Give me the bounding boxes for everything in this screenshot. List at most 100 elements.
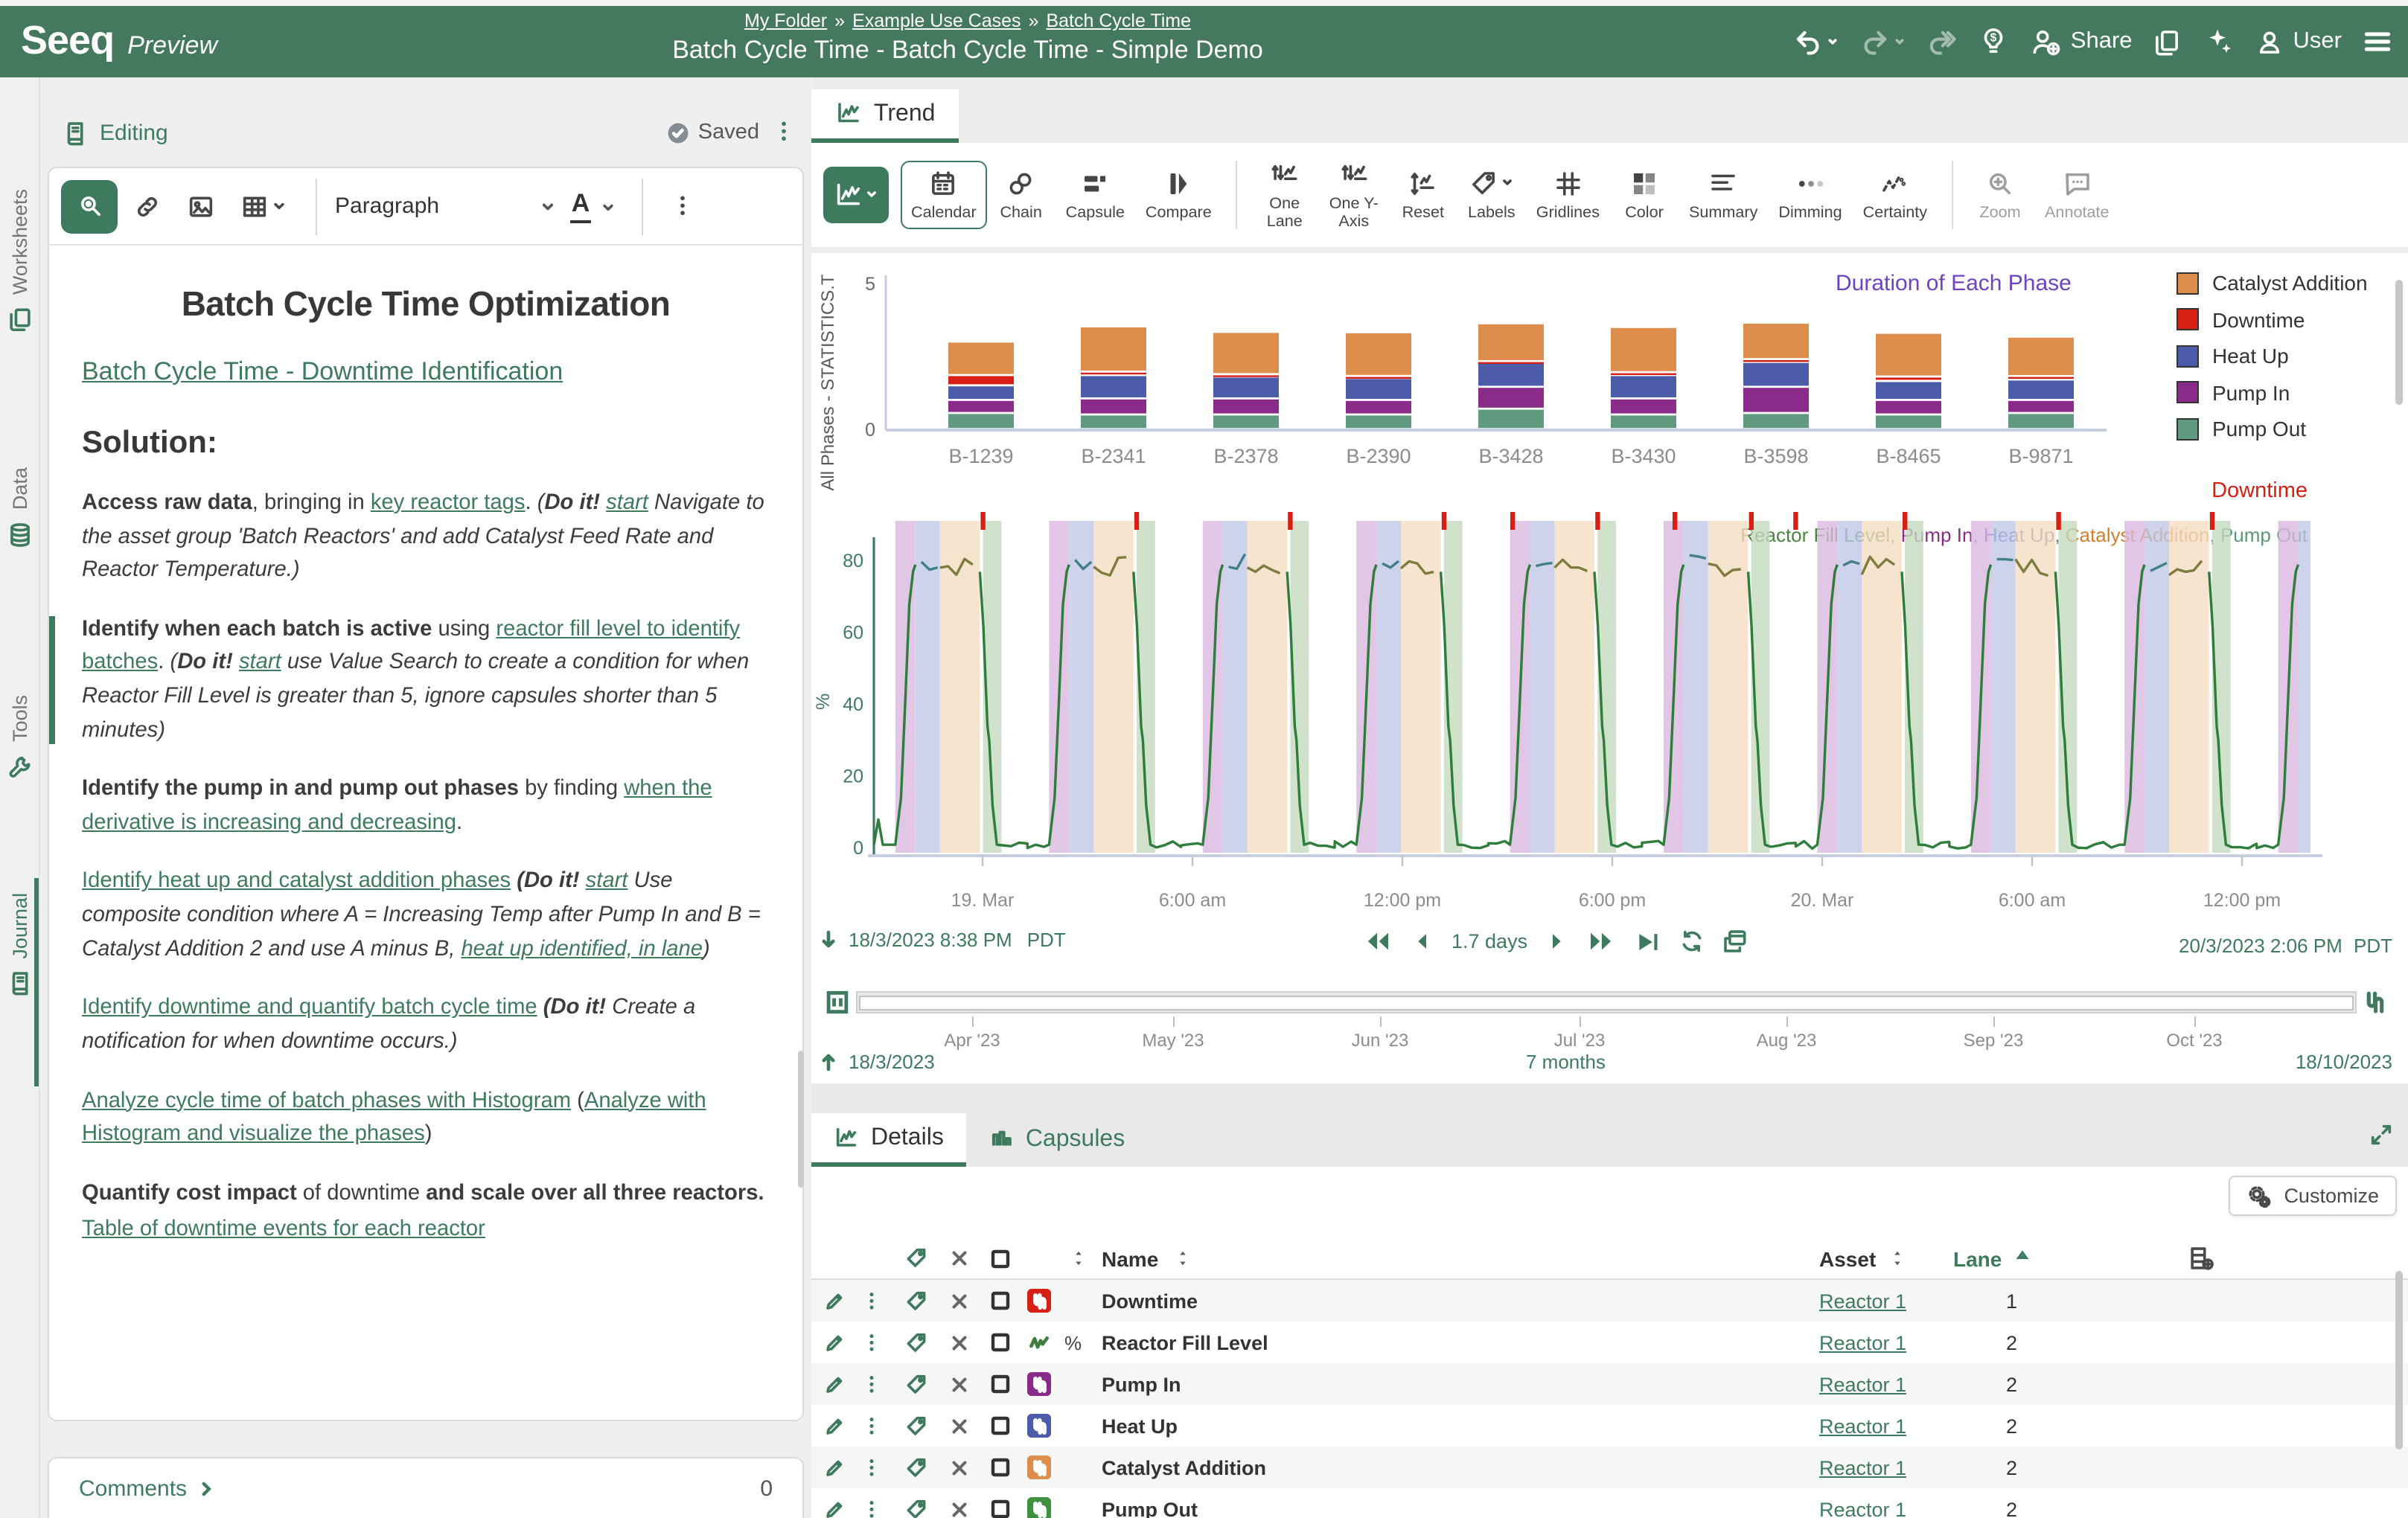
row-menu-icon[interactable] bbox=[860, 1331, 883, 1354]
doc-link[interactable]: start bbox=[239, 651, 281, 675]
color-button[interactable]: Color bbox=[1610, 160, 1679, 230]
legend-item[interactable]: Pump In bbox=[2177, 374, 2368, 411]
row-menu-icon[interactable] bbox=[860, 1415, 883, 1437]
sidebar-item-data[interactable]: Data bbox=[0, 467, 40, 622]
step-forward-more-button[interactable] bbox=[1585, 926, 1617, 957]
remove-icon[interactable] bbox=[948, 1498, 971, 1518]
timeline-left-handle[interactable] bbox=[823, 988, 852, 1016]
tab-details[interactable]: Details bbox=[811, 1113, 966, 1167]
doc-link[interactable]: heat up identified, in lane bbox=[461, 937, 703, 961]
user-menu-button[interactable]: User bbox=[2255, 26, 2342, 57]
journal-menu-button[interactable] bbox=[771, 119, 796, 146]
font-color-button[interactable]: A bbox=[564, 189, 624, 224]
tag-icon[interactable] bbox=[904, 1371, 929, 1397]
investigate-end[interactable]: 18/10/2023 bbox=[2296, 1051, 2392, 1073]
row-checkbox[interactable] bbox=[989, 1330, 1012, 1354]
remove-all-icon[interactable] bbox=[948, 1247, 971, 1269]
editor-more-button[interactable] bbox=[661, 188, 704, 225]
pencil-icon[interactable] bbox=[823, 1330, 847, 1354]
row-menu-icon[interactable] bbox=[860, 1456, 883, 1479]
tag-icon[interactable] bbox=[904, 1413, 929, 1438]
remove-icon[interactable] bbox=[948, 1290, 971, 1312]
breadcrumb-link[interactable]: Batch Cycle Time bbox=[1046, 10, 1191, 31]
ai-assistant-button[interactable] bbox=[2203, 25, 2235, 58]
tab-trend[interactable]: Trend bbox=[811, 89, 959, 143]
sort-icon[interactable] bbox=[1172, 1247, 1194, 1269]
table-row-heat-up[interactable]: Heat Up Reactor 1 2 bbox=[811, 1405, 2408, 1447]
table-row-pump-in[interactable]: Pump In Reactor 1 2 bbox=[811, 1363, 2408, 1405]
add-column-icon[interactable] bbox=[2187, 1244, 2215, 1272]
table-row-reactor-fill-level[interactable]: % Reactor Fill Level Reactor 1 2 bbox=[811, 1322, 2408, 1363]
row-menu-icon[interactable] bbox=[860, 1498, 883, 1518]
breadcrumb-link[interactable]: Example Use Cases bbox=[852, 10, 1021, 31]
step-back-button[interactable] bbox=[1410, 929, 1435, 954]
remove-icon[interactable] bbox=[948, 1456, 971, 1479]
pencil-icon[interactable] bbox=[823, 1372, 847, 1396]
comments-toggle[interactable]: Comments bbox=[79, 1476, 215, 1501]
timeline-track[interactable] bbox=[856, 991, 2357, 1013]
impact-report-button[interactable]: $ bbox=[1977, 25, 2010, 58]
asset-link[interactable]: Reactor 1 bbox=[1819, 1415, 1906, 1437]
journal-document[interactable]: Batch Cycle Time Optimization Batch Cycl… bbox=[49, 246, 802, 1247]
reset-button[interactable]: Reset bbox=[1389, 160, 1457, 230]
table-row-pump-out[interactable]: Pump Out Reactor 1 2 bbox=[811, 1488, 2408, 1518]
reactor-fill-trend-chart[interactable]: 806040200% bbox=[811, 510, 2408, 868]
range-end[interactable]: 20/3/2023 2:06 PM PDT bbox=[2179, 935, 2392, 957]
hamburger-menu-button[interactable] bbox=[2361, 25, 2394, 58]
paragraph-style-select[interactable]: Paragraph bbox=[335, 193, 558, 219]
tag-icon[interactable] bbox=[904, 1455, 929, 1480]
asset-link[interactable]: Reactor 1 bbox=[1819, 1290, 1906, 1312]
expand-details-icon[interactable] bbox=[2369, 1122, 2394, 1149]
tag-icon[interactable] bbox=[904, 1330, 929, 1355]
timeline-signal-icon[interactable] bbox=[2361, 988, 2389, 1016]
tag-icon[interactable] bbox=[904, 1496, 929, 1518]
asset-link[interactable]: Reactor 1 bbox=[1819, 1373, 1906, 1395]
sort-asc-icon[interactable] bbox=[2011, 1247, 2034, 1269]
labels-button[interactable]: Labels bbox=[1457, 160, 1526, 230]
sort-icon[interactable] bbox=[1067, 1247, 1090, 1269]
legend-item[interactable]: Catalyst Addition bbox=[2177, 265, 2368, 301]
row-checkbox[interactable] bbox=[989, 1414, 1012, 1438]
remove-icon[interactable] bbox=[948, 1331, 971, 1354]
sidebar-item-worksheets[interactable]: Worksheets bbox=[0, 189, 40, 380]
row-checkbox[interactable] bbox=[989, 1289, 1012, 1313]
compare-button[interactable]: Compare bbox=[1135, 160, 1222, 230]
legend-item[interactable]: Heat Up bbox=[2177, 338, 2368, 374]
annotate-button[interactable]: Annotate bbox=[2034, 160, 2119, 230]
gridlines-button[interactable]: Gridlines bbox=[1526, 160, 1610, 230]
redo-button[interactable] bbox=[1859, 26, 1907, 57]
step-forward-button[interactable] bbox=[1544, 929, 1569, 954]
remove-icon[interactable] bbox=[948, 1415, 971, 1437]
zoom-button[interactable]: Zoom bbox=[1966, 160, 2034, 230]
sort-icon[interactable] bbox=[1886, 1247, 1909, 1269]
worksheets-overview-button[interactable] bbox=[2152, 26, 2183, 57]
customize-button[interactable]: Customize bbox=[2229, 1176, 2397, 1216]
row-checkbox[interactable] bbox=[989, 1455, 1012, 1479]
step-to-end-button[interactable] bbox=[1633, 926, 1663, 956]
investigate-range[interactable]: 7 months bbox=[1526, 1051, 1606, 1073]
asset-link[interactable]: Reactor 1 bbox=[1819, 1456, 1906, 1479]
trend-type-dropdown[interactable] bbox=[823, 167, 889, 223]
table-row-catalyst-addition[interactable]: Catalyst Addition Reactor 1 2 bbox=[811, 1447, 2408, 1488]
one-lane-button[interactable]: One Lane bbox=[1251, 151, 1319, 239]
doc-link[interactable]: Identify downtime and quantify batch cyc… bbox=[82, 996, 537, 1020]
pencil-icon[interactable] bbox=[823, 1497, 847, 1518]
range-duration[interactable]: 1.7 days bbox=[1451, 930, 1527, 952]
timeline-selected-range[interactable] bbox=[859, 995, 2354, 1010]
certainty-button[interactable]: Certainty bbox=[1853, 160, 1938, 230]
details-scrollbar[interactable] bbox=[2395, 1271, 2403, 1450]
link-button[interactable] bbox=[124, 185, 171, 227]
doc-link[interactable]: start bbox=[606, 491, 648, 515]
calendar-button[interactable]: Calendar bbox=[901, 160, 987, 230]
one-y-axis-button[interactable]: One Y- Axis bbox=[1319, 151, 1389, 239]
row-checkbox[interactable] bbox=[989, 1372, 1012, 1396]
copy-range-button[interactable] bbox=[1721, 927, 1749, 955]
pencil-icon[interactable] bbox=[823, 1414, 847, 1438]
summary-button[interactable]: Summary bbox=[1679, 160, 1768, 230]
pencil-icon[interactable] bbox=[823, 1455, 847, 1479]
asset-link[interactable]: Reactor 1 bbox=[1819, 1331, 1906, 1354]
pencil-icon[interactable] bbox=[823, 1289, 847, 1313]
insert-seeq-link-button[interactable] bbox=[61, 179, 118, 233]
row-menu-icon[interactable] bbox=[860, 1290, 883, 1312]
tag-icon[interactable] bbox=[904, 1246, 929, 1271]
